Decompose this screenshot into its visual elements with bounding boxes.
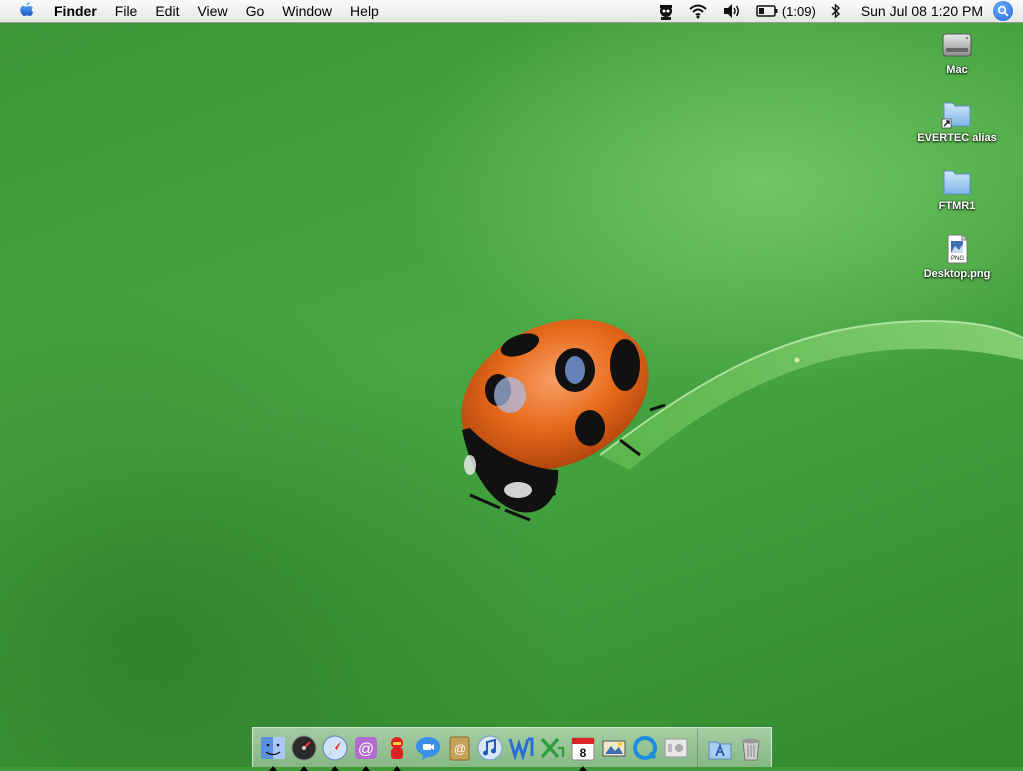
menu-extra-status[interactable] xyxy=(658,0,674,22)
dock: @ @ 8 xyxy=(252,727,772,771)
running-indicator xyxy=(268,765,277,771)
dock-safari[interactable] xyxy=(320,733,350,771)
dock-ichat[interactable] xyxy=(413,733,443,763)
wifi-icon xyxy=(689,4,707,19)
menu-edit[interactable]: Edit xyxy=(146,0,188,22)
dock-address-book[interactable]: @ xyxy=(444,733,474,763)
dock-quicktime[interactable] xyxy=(630,733,660,763)
running-indicator xyxy=(361,765,370,771)
desktop-icon-label: FTMR1 xyxy=(938,200,976,212)
address-book-icon: @ xyxy=(449,736,469,760)
finder-icon xyxy=(260,736,285,759)
system-preferences-icon xyxy=(664,738,687,757)
spy-icon xyxy=(659,5,672,20)
excel-icon xyxy=(540,737,564,758)
menu-bar: Finder File Edit View Go Window Help (1:… xyxy=(0,0,1023,23)
svg-text:@: @ xyxy=(357,741,373,758)
dashboard-icon xyxy=(291,735,316,760)
hard-drive-icon xyxy=(942,33,972,57)
ical-icon: 8 xyxy=(571,737,594,760)
volume-icon xyxy=(723,4,739,18)
menu-go[interactable]: Go xyxy=(237,0,274,22)
menu-extra-bluetooth[interactable] xyxy=(830,0,842,22)
iphoto-icon xyxy=(602,740,625,756)
menu-extra-battery[interactable]: (1:09) xyxy=(756,0,816,22)
desktop-background xyxy=(0,0,1023,767)
trash-icon xyxy=(741,738,760,760)
png-badge: PNG xyxy=(951,256,964,262)
running-indicator xyxy=(299,765,308,771)
svg-text:@: @ xyxy=(453,742,465,756)
folder-alias-icon xyxy=(941,102,971,129)
itunes-icon xyxy=(476,734,503,761)
battery-time: (1:09) xyxy=(781,3,816,19)
quicktime-icon xyxy=(632,735,657,760)
ladybug-wallpaper xyxy=(461,319,1023,522)
desktop-icon-mac[interactable]: Mac xyxy=(912,28,1002,76)
dock-mail[interactable]: @ xyxy=(351,733,381,771)
menu-view[interactable]: View xyxy=(188,0,236,22)
dock-system-preferences[interactable] xyxy=(661,733,691,763)
chat-agent-icon xyxy=(390,736,403,759)
dock-trash[interactable] xyxy=(736,733,766,763)
menu-clock[interactable]: Sun Jul 08 1:20 PM xyxy=(861,3,983,19)
desktop-icon-label: Desktop.png xyxy=(923,268,991,280)
dock-word[interactable] xyxy=(506,733,536,763)
spotlight-button[interactable] xyxy=(993,1,1013,21)
apple-icon xyxy=(20,2,34,16)
menu-extra-volume[interactable] xyxy=(722,0,742,22)
desktop-icon-desktop-png[interactable]: PNG Desktop.png xyxy=(912,232,1002,280)
running-indicator xyxy=(578,765,587,771)
desktop-icon-label: EVERTEC alias xyxy=(917,132,997,144)
dock-itunes[interactable] xyxy=(475,733,505,763)
spotlight-icon xyxy=(997,5,1009,17)
png-file-icon: PNG xyxy=(947,234,968,264)
dock-dashboard[interactable] xyxy=(289,733,319,771)
applications-folder-icon xyxy=(708,741,731,759)
dock-applications-stack[interactable] xyxy=(705,733,735,763)
dock-excel[interactable] xyxy=(537,733,567,763)
menu-window[interactable]: Window xyxy=(273,0,341,22)
folder-icon xyxy=(943,170,971,195)
word-icon xyxy=(508,737,533,761)
dock-ical[interactable]: 8 xyxy=(568,733,598,771)
desktop-icon-label: Mac xyxy=(946,64,968,76)
dock-chat-agent[interactable] xyxy=(382,733,412,771)
menu-file[interactable]: File xyxy=(106,0,147,22)
bluetooth-icon xyxy=(831,3,840,19)
ical-day: 8 xyxy=(579,746,586,760)
dock-finder[interactable] xyxy=(258,733,288,771)
dock-iphoto[interactable] xyxy=(599,733,629,763)
mail-icon: @ xyxy=(354,736,377,759)
safari-icon xyxy=(321,734,348,761)
menu-extra-wifi[interactable] xyxy=(688,0,708,22)
running-indicator xyxy=(330,765,339,771)
menu-help[interactable]: Help xyxy=(341,0,388,22)
battery-icon xyxy=(756,5,778,17)
ichat-icon xyxy=(415,736,440,760)
desktop-icon-ftmr1[interactable]: FTMR1 xyxy=(912,164,1002,212)
desktop-icon-evertec-alias[interactable]: EVERTEC alias xyxy=(912,96,1002,144)
running-indicator xyxy=(392,765,401,771)
menu-finder[interactable]: Finder xyxy=(45,0,106,22)
apple-menu[interactable] xyxy=(17,0,37,22)
dock-separator xyxy=(697,728,698,767)
